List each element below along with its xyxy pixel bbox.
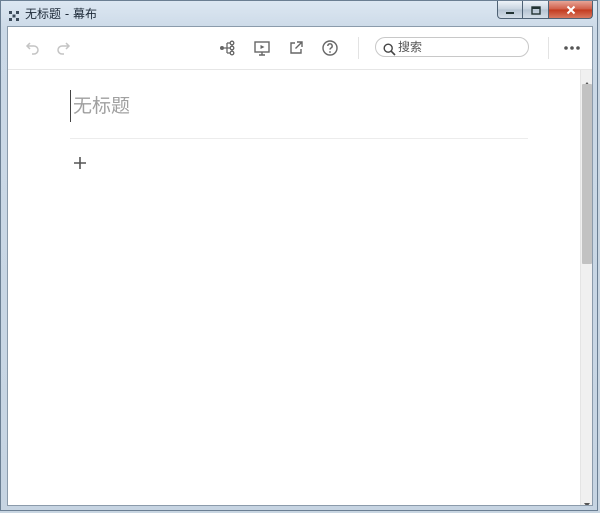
minimize-icon — [505, 0, 515, 19]
maximize-icon — [530, 0, 541, 19]
plus-icon[interactable] — [71, 154, 89, 172]
undo-icon[interactable] — [23, 38, 43, 58]
toolbar-separator — [548, 37, 549, 59]
maximize-button[interactable] — [523, 1, 549, 19]
document-editor — [8, 70, 579, 505]
more-icon[interactable] — [562, 40, 582, 56]
app-window: 无标题 - 幕布 — [0, 0, 598, 511]
toolbar — [8, 27, 592, 70]
minimize-button[interactable] — [497, 1, 523, 19]
vertical-scrollbar[interactable] — [580, 70, 592, 505]
export-icon[interactable] — [286, 38, 306, 58]
search-box[interactable] — [375, 37, 529, 57]
toolbar-separator — [358, 37, 359, 59]
mubu-app-icon — [8, 7, 20, 21]
title-divider — [70, 138, 528, 139]
scroll-down-icon[interactable] — [583, 494, 591, 505]
help-icon[interactable] — [320, 38, 340, 58]
presentation-icon[interactable] — [252, 38, 272, 58]
app-client-area — [7, 26, 593, 506]
close-button[interactable] — [549, 1, 593, 19]
search-icon — [383, 41, 396, 60]
document-title-input[interactable] — [70, 90, 533, 122]
scrollbar-thumb[interactable] — [582, 84, 592, 264]
search-input[interactable] — [398, 39, 522, 55]
mindmap-icon[interactable] — [218, 38, 238, 58]
title-bar[interactable]: 无标题 - 幕布 — [1, 1, 597, 25]
window-controls — [497, 1, 593, 19]
redo-icon[interactable] — [53, 38, 73, 58]
close-icon — [566, 0, 576, 19]
window-title: 无标题 - 幕布 — [25, 7, 97, 21]
scroll-up-icon[interactable] — [583, 73, 591, 86]
